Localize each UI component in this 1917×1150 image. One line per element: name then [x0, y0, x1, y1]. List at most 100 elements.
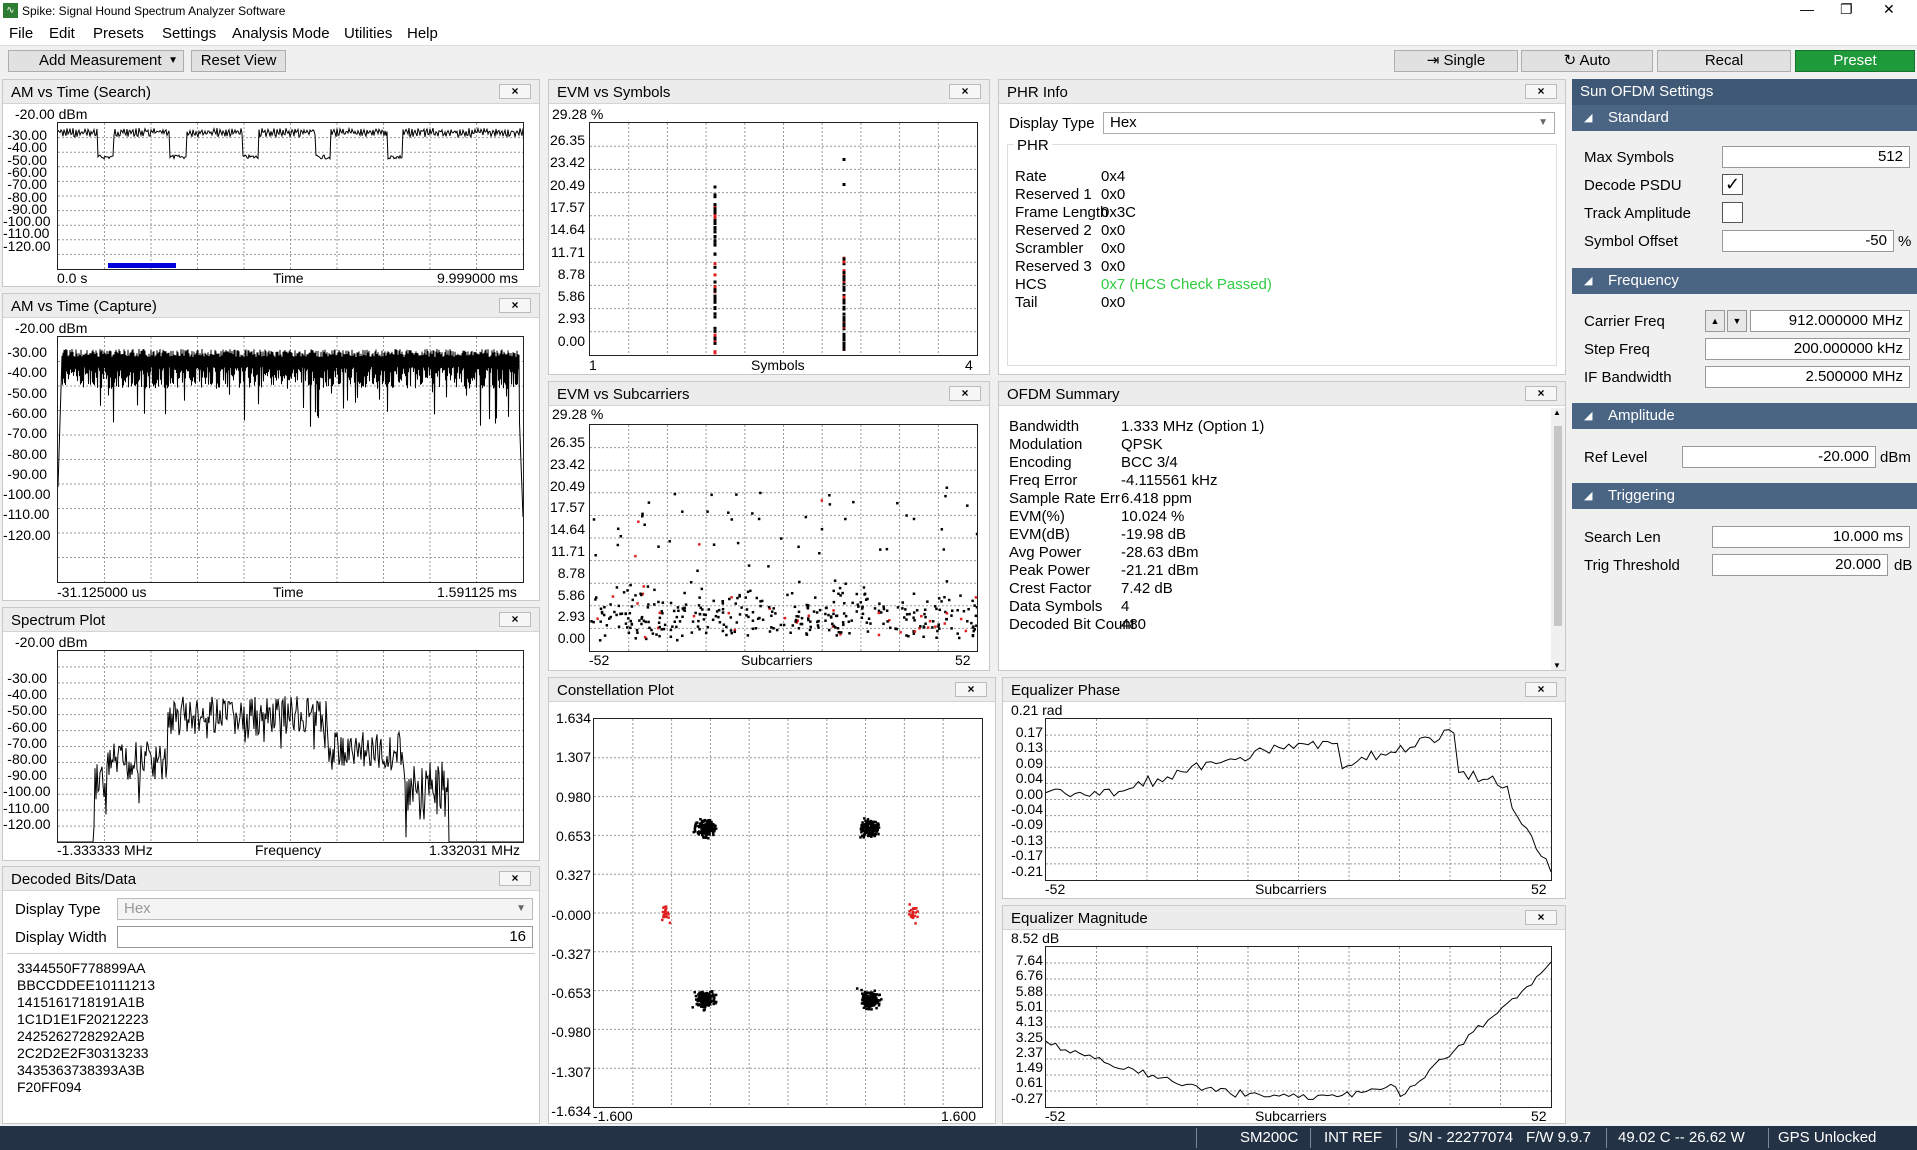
constellation-point — [703, 1008, 706, 1011]
if-bandwidth-input[interactable]: 2.500000 MHz — [1705, 366, 1910, 388]
display-type-select[interactable]: Hex ▼ — [117, 898, 533, 920]
menu-settings[interactable]: Settings — [162, 25, 216, 42]
close-panel-button[interactable]: × — [1525, 386, 1557, 401]
scroll-up-icon[interactable]: ▲ — [1553, 408, 1561, 417]
menu-utilities[interactable]: Utilities — [344, 25, 392, 42]
close-panel-button[interactable]: × — [499, 612, 531, 627]
single-button[interactable]: ⇥ Single — [1394, 50, 1518, 72]
scrollbar[interactable]: ▲ ▼ — [1551, 408, 1565, 670]
evm-point — [824, 619, 827, 622]
track-amplitude-checkbox[interactable] — [1722, 202, 1743, 223]
panel-header: AM vs Time (Capture) × — [3, 294, 539, 318]
menu-file[interactable]: File — [9, 25, 33, 42]
close-panel-button[interactable]: × — [499, 298, 531, 313]
scrollbar-thumb[interactable] — [1554, 426, 1562, 626]
evm-point — [702, 618, 706, 621]
decode-psdu-checkbox[interactable]: ✓ — [1722, 174, 1743, 195]
preset-button[interactable]: Preset — [1795, 50, 1915, 72]
ref-level-input[interactable]: -20.000 — [1682, 446, 1876, 468]
maximize-icon[interactable]: ❐ — [1840, 1, 1853, 18]
y-tick-label: 7.64 — [1015, 952, 1043, 968]
evm-point — [842, 183, 846, 186]
evm-point — [751, 610, 755, 614]
section-frequency[interactable]: ◢ Frequency — [1572, 268, 1917, 294]
minimize-icon[interactable]: — — [1800, 1, 1814, 17]
evm-point — [738, 613, 742, 616]
constellation-point — [864, 997, 867, 1000]
ofdm-field-value: -4.115561 kHz — [1121, 472, 1218, 489]
evm-point — [638, 619, 641, 622]
step-freq-label: Step Freq — [1584, 341, 1650, 358]
display-width-input[interactable]: 16 — [117, 926, 533, 948]
plot-area — [1045, 718, 1552, 881]
evm-point — [713, 220, 717, 224]
close-panel-button[interactable]: × — [1525, 682, 1557, 697]
evm-point — [673, 492, 677, 496]
status-firmware: F/W 9.9.7 — [1526, 1129, 1592, 1146]
constellation-point — [873, 989, 877, 992]
status-device: SM200C — [1240, 1129, 1299, 1146]
evm-point — [658, 611, 662, 615]
evm-point — [956, 632, 959, 635]
close-panel-button[interactable]: × — [1525, 84, 1557, 99]
menu-analysis-mode[interactable]: Analysis Mode — [232, 25, 330, 42]
menu-presets[interactable]: Presets — [93, 25, 144, 42]
evm-point — [842, 307, 846, 311]
evm-point — [626, 589, 629, 592]
evm-point — [950, 614, 953, 617]
close-panel-button[interactable]: × — [955, 682, 987, 697]
ofdm-field-label: Encoding — [1009, 454, 1072, 471]
freq-down-button[interactable]: ▼ — [1727, 310, 1747, 332]
max-symbols-input[interactable]: 512 — [1722, 146, 1910, 168]
evm-point — [866, 630, 870, 633]
plot-area — [57, 122, 524, 270]
evm-point — [676, 606, 680, 609]
evm-point — [885, 547, 889, 551]
section-amplitude[interactable]: ◢ Amplitude — [1572, 403, 1917, 429]
menu-edit[interactable]: Edit — [49, 25, 75, 42]
evm-point — [683, 609, 687, 612]
close-panel-button[interactable]: × — [1525, 910, 1557, 925]
phr-field-label: Rate — [1015, 168, 1047, 185]
symbol-offset-input[interactable]: -50 — [1722, 230, 1894, 252]
evm-point — [650, 628, 653, 632]
close-window-icon[interactable]: ✕ — [1883, 1, 1895, 18]
menu-help[interactable]: Help — [407, 25, 438, 42]
scroll-down-icon[interactable]: ▼ — [1553, 661, 1561, 670]
freq-up-button[interactable]: ▲ — [1705, 310, 1725, 332]
close-panel-button[interactable]: × — [499, 871, 531, 886]
x-mid-label: Frequency — [255, 842, 322, 858]
trig-threshold-input[interactable]: 20.000 — [1712, 554, 1888, 576]
section-triggering[interactable]: ◢ Triggering — [1572, 483, 1917, 509]
recal-button[interactable]: Recal — [1657, 50, 1791, 72]
evm-point — [599, 607, 603, 611]
carrier-freq-input[interactable]: 912.000000 MHz — [1750, 310, 1910, 332]
add-measurement-dropdown[interactable]: Add Measurement ▼ — [8, 50, 184, 72]
evm-point — [707, 608, 711, 611]
evm-point — [841, 621, 845, 624]
evm-point — [957, 636, 961, 640]
decoded-bits-panel: Decoded Bits/Data × Display Type Hex ▼ D… — [2, 866, 540, 1124]
evm-point — [866, 597, 869, 601]
evm-point — [950, 627, 953, 630]
decoded-line: 1C1D1E1F20212223 — [17, 1011, 149, 1027]
evm-point — [657, 621, 661, 624]
close-panel-button[interactable]: × — [949, 84, 981, 99]
step-freq-input[interactable]: 200.000000 kHz — [1705, 338, 1910, 360]
evm-point — [615, 613, 618, 617]
evm-point — [825, 606, 828, 610]
close-panel-button[interactable]: × — [949, 386, 981, 401]
auto-button[interactable]: ↻ Auto — [1521, 50, 1653, 72]
if-bandwidth-label: IF Bandwidth — [1584, 369, 1672, 386]
evm-point — [714, 614, 718, 618]
phr-display-type-select[interactable]: Hex ▼ — [1103, 112, 1555, 134]
evm-point — [931, 620, 935, 623]
section-standard[interactable]: ◢ Standard — [1572, 105, 1917, 131]
evm-point — [865, 621, 869, 624]
search-len-input[interactable]: 10.000 ms — [1712, 526, 1910, 548]
evm-point — [896, 606, 900, 609]
reset-view-button[interactable]: Reset View — [191, 50, 286, 72]
evm-point — [713, 214, 717, 218]
close-panel-button[interactable]: × — [499, 84, 531, 99]
constellation-point — [866, 1000, 869, 1004]
